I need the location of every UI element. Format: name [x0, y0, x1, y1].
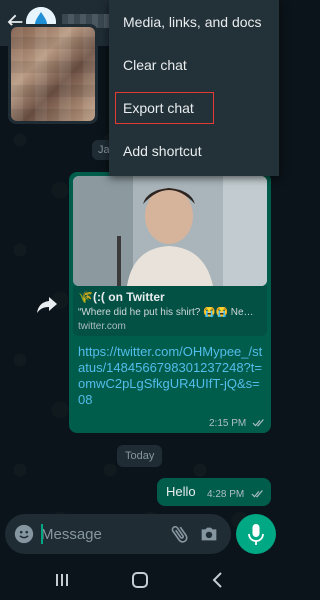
- emoji-icon[interactable]: [13, 523, 35, 545]
- pixelated-photo[interactable]: [11, 27, 95, 121]
- message-composer: [5, 514, 231, 554]
- outgoing-link-message[interactable]: 🌾(:( on Twitter “Where did he put his sh…: [69, 172, 271, 433]
- link-preview-meta[interactable]: 🌾(:( on Twitter “Where did he put his sh…: [73, 286, 267, 336]
- double-check-icon: [251, 490, 263, 498]
- forward-arrow-icon: [37, 297, 57, 313]
- voice-message-button[interactable]: [236, 514, 276, 554]
- message-input[interactable]: [41, 524, 131, 544]
- today-chip: Today: [117, 445, 163, 467]
- home-icon[interactable]: [128, 568, 152, 592]
- menu-item-media-links-docs[interactable]: Media, links, and docs: [109, 2, 279, 42]
- link-preview-title: 🌾(:( on Twitter: [78, 290, 165, 304]
- message-time: 2:15 PM: [209, 418, 247, 429]
- double-check-icon: [252, 419, 264, 427]
- microphone-icon: [248, 524, 264, 545]
- system-nav-bar: [0, 560, 279, 600]
- menu-item-clear-chat[interactable]: Clear chat: [109, 45, 279, 85]
- person-photo-icon: [73, 176, 267, 286]
- link-preview-domain: twitter.com: [78, 321, 126, 332]
- menu-item-add-shortcut[interactable]: Add shortcut: [109, 131, 279, 171]
- message-text: Hello: [166, 484, 196, 499]
- link-preview-image[interactable]: [73, 176, 267, 286]
- recent-apps-icon[interactable]: [50, 568, 74, 592]
- text-cursor: [41, 524, 43, 544]
- message-link-url[interactable]: https://twitter.com/OHMypee_/status/1484…: [78, 344, 264, 408]
- attach-paperclip-icon[interactable]: [169, 523, 191, 545]
- camera-icon[interactable]: [198, 523, 220, 545]
- overflow-menu: Media, links, and docs Clear chat Export…: [109, 0, 279, 176]
- nav-back-icon[interactable]: [206, 568, 230, 592]
- message-time: 4:28 PM: [207, 489, 245, 500]
- incoming-image-bubble[interactable]: [8, 24, 98, 124]
- outgoing-text-message[interactable]: Hello 4:28 PM: [157, 478, 271, 506]
- link-preview-description: “Where did he put his shirt? 😭😭 Ne…: [78, 307, 254, 318]
- menu-item-export-chat[interactable]: Export chat: [109, 88, 279, 128]
- forward-button[interactable]: [30, 287, 64, 321]
